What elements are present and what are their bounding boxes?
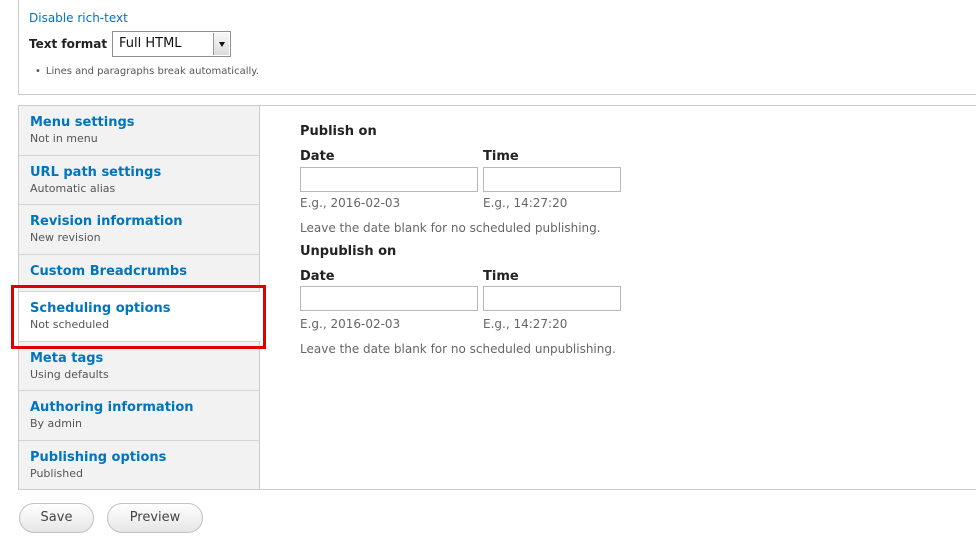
unpublish-description: Leave the date blank for no scheduled un… [300, 342, 616, 356]
vtab-title: Custom Breadcrumbs [30, 264, 187, 279]
vtab-authoring-information[interactable]: Authoring information By admin [19, 391, 260, 441]
unpublish-on-heading: Unpublish on [300, 244, 397, 259]
vtab-summary: Not in menu [30, 132, 98, 145]
publish-time-label: Time [483, 149, 519, 164]
publish-time-input[interactable] [483, 167, 621, 192]
vtab-url-path-settings[interactable]: URL path settings Automatic alias [19, 156, 260, 205]
unpublish-time-input[interactable] [483, 286, 621, 311]
disable-rich-text-link[interactable]: Disable rich-text [29, 11, 128, 25]
unpublish-date-label: Date [300, 269, 335, 284]
unpublish-date-input[interactable] [300, 286, 478, 311]
vtab-summary: By admin [30, 417, 83, 430]
text-format-selected: Full HTML [119, 36, 182, 51]
vtab-summary: New revision [30, 231, 101, 244]
format-tips: Lines and paragraphs break automatically… [35, 66, 259, 77]
vtab-scheduling-options[interactable]: Scheduling options Not scheduled [19, 292, 261, 342]
vtab-summary: Not scheduled [30, 318, 110, 331]
vtab-menu-settings[interactable]: Menu settings Not in menu [19, 106, 260, 156]
vtab-summary: Published [30, 467, 83, 480]
unpublish-time-example: E.g., 14:27:20 [483, 317, 568, 331]
vtab-title: URL path settings [30, 165, 162, 180]
publish-description: Leave the date blank for no scheduled pu… [300, 221, 601, 235]
unpublish-date-example: E.g., 2016-02-03 [300, 317, 401, 331]
publish-date-input[interactable] [300, 167, 478, 192]
vtab-custom-breadcrumbs[interactable]: Custom Breadcrumbs [19, 255, 260, 292]
text-format-label: Text format [29, 37, 108, 51]
unpublish-time-label: Time [483, 269, 519, 284]
chevron-down-icon [213, 33, 229, 55]
vtab-publishing-options[interactable]: Publishing options Published [19, 441, 260, 489]
vtab-title: Publishing options [30, 450, 167, 465]
publish-date-label: Date [300, 149, 335, 164]
vtab-title: Scheduling options [30, 301, 171, 316]
vtab-title: Meta tags [30, 351, 104, 366]
publish-date-example: E.g., 2016-02-03 [300, 196, 401, 210]
format-tip: Lines and paragraphs break automatically… [35, 66, 259, 77]
vtab-title: Menu settings [30, 115, 135, 130]
vtab-revision-information[interactable]: Revision information New revision [19, 205, 260, 255]
preview-button[interactable]: Preview [107, 503, 203, 533]
vtab-summary: Using defaults [30, 368, 109, 381]
vertical-tabs-menu: Menu settings Not in menu URL path setti… [19, 106, 261, 489]
vtab-title: Revision information [30, 214, 183, 229]
vtab-title: Authoring information [30, 400, 194, 415]
vtab-summary: Automatic alias [30, 182, 116, 195]
publish-time-example: E.g., 14:27:20 [483, 196, 568, 210]
vertical-tabs: Menu settings Not in menu URL path setti… [18, 105, 976, 490]
text-format-wrapper: Disable rich-text Text format Full HTML … [18, 0, 976, 95]
vtab-meta-tags[interactable]: Meta tags Using defaults [19, 342, 260, 391]
save-button[interactable]: Save [19, 503, 94, 533]
publish-on-heading: Publish on [300, 124, 377, 139]
text-format-select[interactable]: Full HTML [112, 31, 231, 57]
